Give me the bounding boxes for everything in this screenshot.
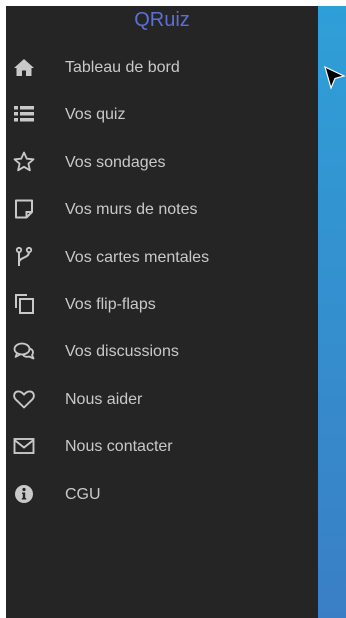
sidebar-item-contact[interactable]: Nous contacter	[6, 425, 318, 472]
chat-bubbles-icon	[12, 339, 36, 363]
sidebar-item-label: Vos discussions	[65, 343, 179, 361]
brand-logo[interactable]: QRuiz	[6, 6, 318, 34]
sticky-note-icon	[12, 197, 36, 221]
branch-icon	[12, 245, 36, 269]
sidebar-item-label: Tableau de bord	[65, 59, 180, 76]
home-icon	[12, 55, 36, 79]
main-content-area[interactable]	[318, 6, 346, 618]
sidebar: QRuiz Tableau de bord Vos quiz Vos sonda…	[6, 6, 318, 618]
sidebar-item-quiz[interactable]: Vos quiz	[6, 93, 318, 140]
mouse-pointer-icon	[324, 66, 346, 90]
sidebar-item-help-us[interactable]: Nous aider	[6, 378, 318, 425]
sidebar-item-terms[interactable]: CGU	[6, 473, 318, 520]
star-icon	[12, 150, 36, 174]
copy-icon	[12, 292, 36, 316]
sidebar-item-flipflaps[interactable]: Vos flip-flaps	[6, 283, 318, 330]
info-icon	[12, 482, 36, 506]
sidebar-item-discussions[interactable]: Vos discussions	[6, 330, 318, 377]
sidebar-item-label: Nous contacter	[65, 438, 173, 456]
list-icon	[12, 102, 36, 126]
sidebar-item-label: Vos quiz	[65, 106, 126, 124]
envelope-icon	[12, 434, 36, 458]
sidebar-item-dashboard[interactable]: Tableau de bord	[6, 46, 318, 93]
sidebar-item-mindmaps[interactable]: Vos cartes mentales	[6, 236, 318, 283]
sidebar-item-label: Nous aider	[65, 390, 143, 408]
sidebar-item-label: Vos murs de notes	[65, 201, 198, 219]
sidebar-item-polls[interactable]: Vos sondages	[6, 141, 318, 188]
app-window: QRuiz Tableau de bord Vos quiz Vos sonda…	[0, 0, 346, 618]
sidebar-item-label: Vos cartes mentales	[65, 248, 210, 266]
sidebar-item-notes[interactable]: Vos murs de notes	[6, 188, 318, 235]
sidebar-item-label: Vos sondages	[65, 153, 166, 171]
sidebar-item-label: CGU	[65, 485, 101, 503]
sidebar-item-label: Vos flip-flaps	[65, 295, 156, 313]
heart-icon	[12, 387, 36, 411]
sidebar-nav: Tableau de bord Vos quiz Vos sondages Vo…	[6, 46, 318, 520]
